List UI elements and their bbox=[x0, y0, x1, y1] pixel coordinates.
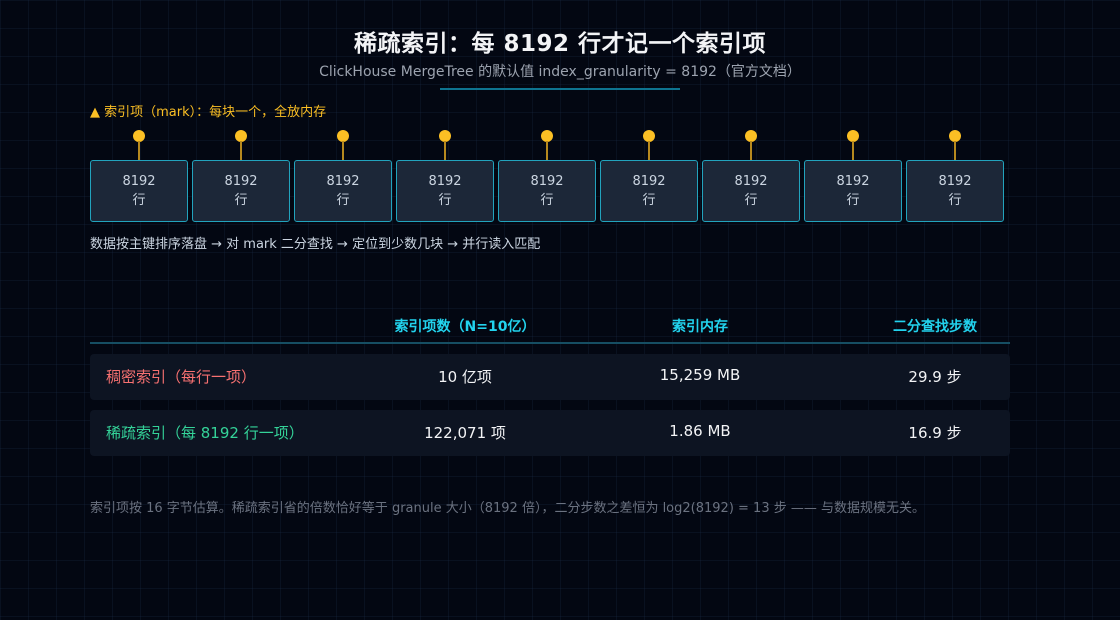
granule-unit: 行 bbox=[132, 193, 146, 208]
granule-unit: 行 bbox=[438, 193, 452, 208]
granule-rows: 8192 bbox=[224, 174, 258, 189]
granule-block: 8192 行 bbox=[906, 160, 1004, 222]
index-mark-stem bbox=[648, 141, 650, 160]
granule: 8192 行 bbox=[90, 128, 188, 222]
index-mark-stem bbox=[750, 141, 752, 160]
granule: 8192 行 bbox=[498, 128, 596, 222]
index-mark-stem bbox=[138, 141, 140, 160]
granule-rows: 8192 bbox=[326, 174, 360, 189]
granule: 8192 行 bbox=[600, 128, 698, 222]
page-title: 稀疏索引：每 8192 行才记一个索引项 bbox=[353, 31, 767, 57]
granule-rows: 8192 bbox=[530, 174, 564, 189]
flow-description: 数据按主键排序落盘 → 对 mark 二分查找 → 定位到少数几块 → 并行读入… bbox=[90, 237, 541, 252]
granule-unit: 行 bbox=[744, 193, 758, 208]
granule: 8192 行 bbox=[804, 128, 902, 222]
granule-rows: 8192 bbox=[428, 174, 462, 189]
cell-entries-sparse: 122,071 项 bbox=[424, 424, 506, 442]
index-mark-stem bbox=[546, 141, 548, 160]
granule: 8192 行 bbox=[906, 128, 1004, 222]
cell-entries-dense: 10 亿项 bbox=[438, 368, 492, 386]
index-mark-stem bbox=[342, 141, 344, 160]
granule-block: 8192 行 bbox=[702, 160, 800, 222]
index-mark-stem bbox=[954, 141, 956, 160]
granule-rows: 8192 bbox=[122, 174, 156, 189]
granule-block: 8192 行 bbox=[192, 160, 290, 222]
table-header: 索引项数（N=10亿） 索引内存 二分查找步数 bbox=[90, 312, 1010, 344]
page-subtitle: ClickHouse MergeTree 的默认值 index_granular… bbox=[319, 64, 801, 80]
cell-steps-dense: 29.9 步 bbox=[908, 368, 962, 386]
cell-steps-sparse: 16.9 步 bbox=[908, 424, 962, 442]
header-entries: 索引项数（N=10亿） bbox=[394, 319, 536, 335]
granule: 8192 行 bbox=[192, 128, 290, 222]
granule-rows: 8192 bbox=[734, 174, 768, 189]
granule-block: 8192 行 bbox=[804, 160, 902, 222]
table-row-dense: 稠密索引（每行一项） 10 亿项 15,259 MB 29.9 步 bbox=[90, 354, 1010, 400]
granule-block: 8192 行 bbox=[294, 160, 392, 222]
row-name-sparse: 稀疏索引（每 8192 行一项） bbox=[106, 424, 304, 442]
granule-block: 8192 行 bbox=[90, 160, 188, 222]
table-row-sparse: 稀疏索引（每 8192 行一项） 122,071 项 1.86 MB 16.9 … bbox=[90, 410, 1010, 456]
granule-block: 8192 行 bbox=[498, 160, 596, 222]
granule-unit: 行 bbox=[948, 193, 962, 208]
comparison-table: 索引项数（N=10亿） 索引内存 二分查找步数 稠密索引（每行一项） 10 亿项… bbox=[90, 312, 1010, 456]
cell-memory-sparse: 1.86 MB bbox=[669, 422, 731, 440]
granule-unit: 行 bbox=[540, 193, 554, 208]
granule-rows: 8192 bbox=[836, 174, 870, 189]
granule-block: 8192 行 bbox=[396, 160, 494, 222]
granule: 8192 行 bbox=[702, 128, 800, 222]
granule: 8192 行 bbox=[294, 128, 392, 222]
granule-unit: 行 bbox=[336, 193, 350, 208]
footnote: 索引项按 16 字节估算。稀疏索引省的倍数恰好等于 granule 大小（819… bbox=[90, 501, 925, 516]
granule-unit: 行 bbox=[846, 193, 860, 208]
title-divider bbox=[440, 88, 680, 90]
granule-strip: 8192 行 8192 行 8192 行 8192 行 8192 行 8192 行 8192 行 8192 行… bbox=[90, 128, 1006, 224]
header-memory: 索引内存 bbox=[672, 319, 728, 335]
cell-memory-dense: 15,259 MB bbox=[659, 366, 741, 384]
granule-block: 8192 行 bbox=[600, 160, 698, 222]
granule-rows: 8192 bbox=[632, 174, 666, 189]
mark-legend: ▲ 索引项（mark）：每块一个，全放内存 bbox=[90, 105, 327, 120]
header-steps: 二分查找步数 bbox=[893, 319, 977, 335]
index-mark-stem bbox=[444, 141, 446, 160]
row-name-dense: 稠密索引（每行一项） bbox=[106, 368, 257, 386]
index-mark-stem bbox=[852, 141, 854, 160]
granule: 8192 行 bbox=[396, 128, 494, 222]
index-mark-stem bbox=[240, 141, 242, 160]
granule-unit: 行 bbox=[642, 193, 656, 208]
granule-rows: 8192 bbox=[938, 174, 972, 189]
granule-unit: 行 bbox=[234, 193, 248, 208]
